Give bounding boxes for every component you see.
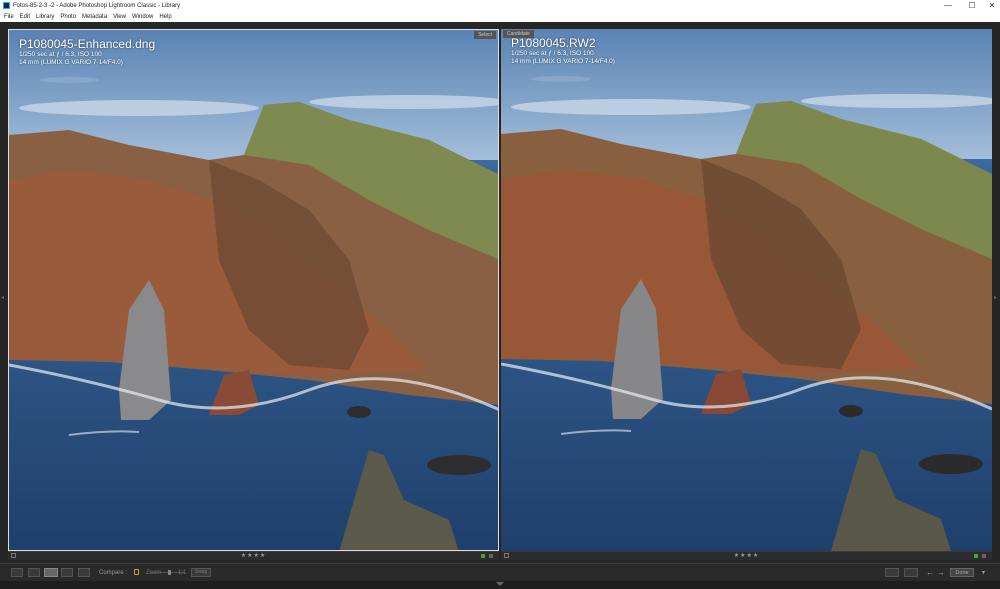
select-info-strip: ★★★★	[8, 551, 499, 560]
loupe-view-icon[interactable]	[28, 568, 40, 577]
candidate-color-label-icon[interactable]	[974, 554, 978, 558]
candidate-exposure: 1/250 sec at ƒ / 6.3, ISO 100	[511, 50, 594, 57]
select-exposure: 1/250 sec at ƒ / 6.3, ISO 100	[19, 51, 102, 58]
candidate-star-rating[interactable]: ★★★★	[501, 552, 992, 560]
compare-label: Compare :	[99, 570, 128, 576]
menu-file[interactable]: File	[0, 12, 17, 22]
grid-view-icon[interactable]	[11, 568, 23, 577]
window-title: Fotos-85-2-3 -2 - Adobe Photoshop Lightr…	[13, 3, 181, 9]
select-lens: 14 mm (LUMIX G VARIO 7-14/F4.0)	[19, 59, 123, 66]
select-star-rating[interactable]: ★★★★	[8, 552, 499, 560]
select-badge: Select	[474, 31, 496, 39]
close-button[interactable]: ✕	[980, 0, 1000, 12]
survey-view-icon[interactable]	[61, 568, 73, 577]
select-filename: P1080045-Enhanced.dng	[19, 37, 156, 51]
swap-icon[interactable]	[904, 568, 918, 577]
menu-help[interactable]: Help	[156, 12, 174, 22]
zoom-slider-handle[interactable]	[168, 570, 171, 575]
previous-arrow-icon[interactable]: ←	[926, 564, 934, 582]
lightroom-app-icon	[3, 2, 10, 9]
filmstrip-edge	[0, 581, 1000, 589]
toolbar-options-icon[interactable]: ▾	[982, 564, 985, 582]
menu-bar: File Edit Library Photo Metadata View Window He…	[0, 12, 1000, 22]
menu-window[interactable]: Window	[129, 12, 156, 22]
candidate-lens: 14 mm (LUMIX G VARIO 7-14/F4.0)	[511, 58, 615, 65]
candidate-info-overlay: P1080045.RW2 1/250 sec at ƒ / 6.3, ISO 1…	[511, 37, 615, 66]
select-label-icon[interactable]	[489, 554, 493, 558]
make-select-icon[interactable]	[885, 568, 899, 577]
lock-icon[interactable]	[134, 569, 139, 575]
left-panel-toggle-icon[interactable]: ◂	[1, 295, 6, 301]
menu-library[interactable]: Library	[33, 12, 57, 22]
select-color-label-icon[interactable]	[481, 554, 485, 558]
right-panel-toggle-icon[interactable]: ▸	[994, 295, 999, 301]
candidate-label-icon[interactable]	[982, 554, 986, 558]
select-photo-pane[interactable]: Select P1080045-Enhanced.dng 1/250 sec a…	[8, 29, 499, 551]
next-arrow-icon[interactable]: →	[937, 564, 945, 582]
menu-edit[interactable]: Edit	[17, 12, 33, 22]
candidate-info-strip: ★★★★	[501, 551, 992, 560]
menu-photo[interactable]: Photo	[57, 12, 79, 22]
minimize-button[interactable]: —	[936, 0, 960, 12]
candidate-photo-pane[interactable]: Candidate P1080045.RW2 1/250 sec at ƒ / …	[501, 29, 992, 551]
done-button[interactable]: Done	[950, 568, 974, 577]
menu-view[interactable]: View	[110, 12, 129, 22]
candidate-photo-image	[501, 29, 992, 551]
select-info-overlay: P1080045-Enhanced.dng 1/250 sec at ƒ / 6…	[19, 38, 155, 67]
swap-button[interactable]: Swap	[191, 568, 211, 577]
select-photo-image	[9, 30, 498, 550]
people-view-icon[interactable]	[78, 568, 90, 577]
zoom-label: Zoom	[146, 570, 162, 576]
compare-view-icon[interactable]	[44, 568, 58, 577]
candidate-filename: P1080045.RW2	[511, 36, 596, 50]
menu-metadata[interactable]: Metadata	[79, 12, 110, 22]
zoom-ratio: 1:1	[178, 570, 187, 576]
bottom-toolbar: Compare : Zoom 1:1 Swap ← → Done ▾	[0, 563, 1000, 581]
filmstrip-toggle-icon[interactable]	[496, 582, 504, 586]
